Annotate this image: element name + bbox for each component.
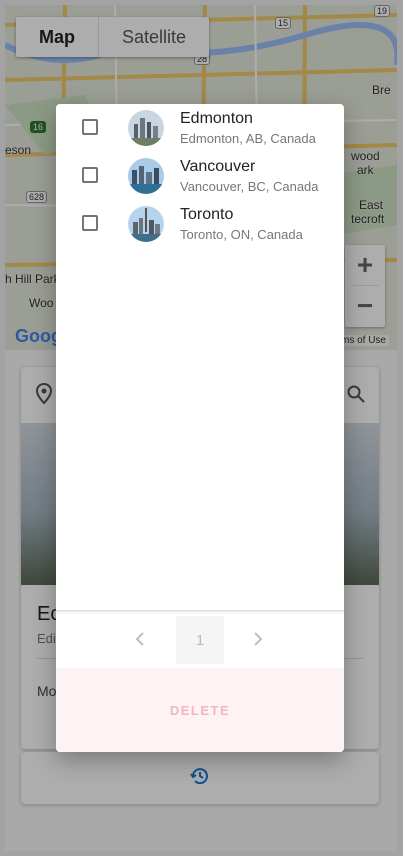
row-checkbox[interactable] <box>82 167 98 183</box>
saved-places-dialog: Edmonton Edmonton, AB, Canada Vancouver … <box>56 104 344 752</box>
delete-button[interactable]: DELETE <box>56 668 344 752</box>
place-name: Edmonton <box>180 110 253 127</box>
dialog-actions: DELETE <box>56 668 344 752</box>
pagination: 1 <box>56 612 344 668</box>
place-address: Toronto, ON, Canada <box>180 227 303 242</box>
previous-page-icon[interactable] <box>134 630 146 653</box>
list-item[interactable]: Toronto Toronto, ON, Canada <box>56 200 344 248</box>
city-thumbnail <box>128 110 164 146</box>
current-page[interactable]: 1 <box>176 616 224 664</box>
place-address: Vancouver, BC, Canada <box>180 179 319 194</box>
city-thumbnail <box>128 206 164 242</box>
next-page-icon[interactable] <box>252 630 264 653</box>
list-item[interactable]: Edmonton Edmonton, AB, Canada <box>56 104 344 152</box>
saved-places-list: Edmonton Edmonton, AB, Canada Vancouver … <box>56 104 344 611</box>
row-checkbox[interactable] <box>82 215 98 231</box>
place-name: Toronto <box>180 206 234 223</box>
place-address: Edmonton, AB, Canada <box>180 131 316 146</box>
row-checkbox[interactable] <box>82 119 98 135</box>
list-item[interactable]: Vancouver Vancouver, BC, Canada <box>56 152 344 200</box>
place-name: Vancouver <box>180 158 256 175</box>
city-thumbnail <box>128 158 164 194</box>
